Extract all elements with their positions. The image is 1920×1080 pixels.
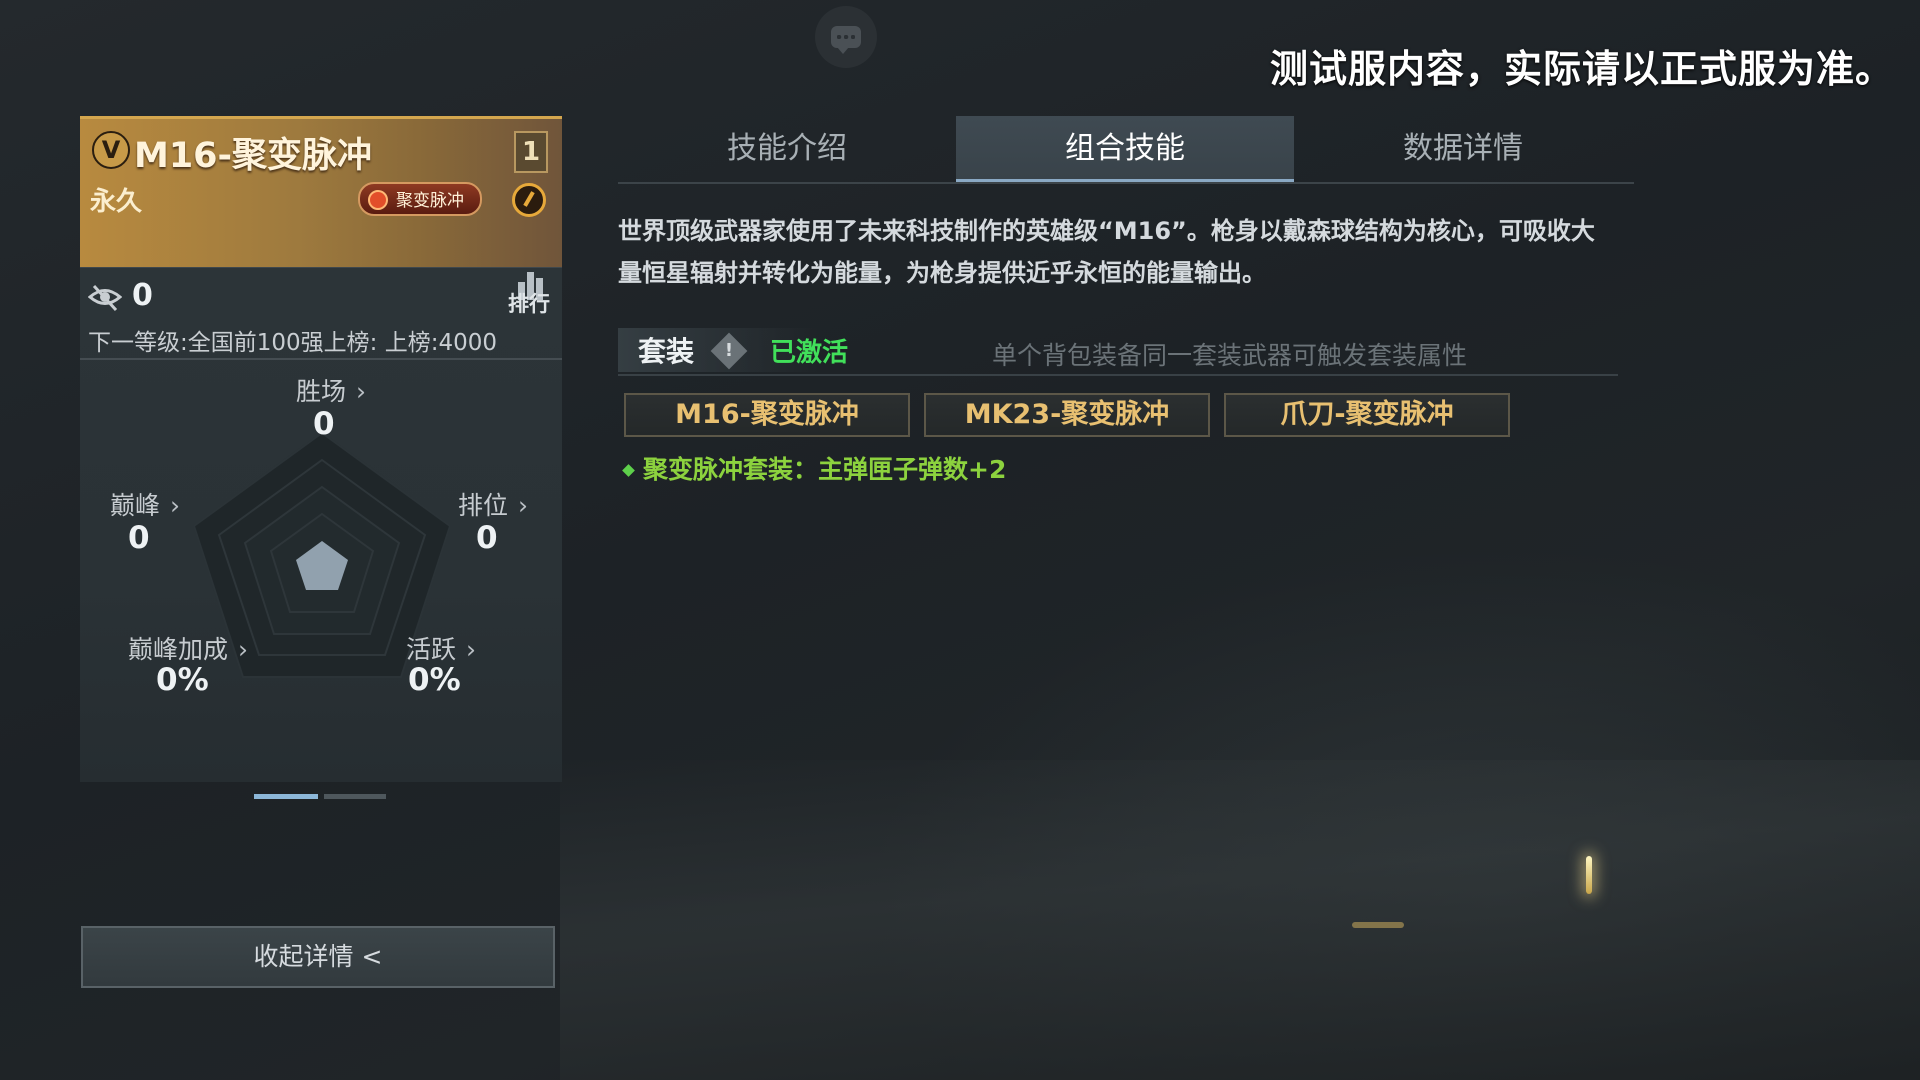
leaderboard-label: 排行 — [508, 292, 550, 316]
collapse-details-button[interactable]: 收起详情 < — [81, 926, 555, 988]
detail-tabs: 技能介绍 组合技能 数据详情 — [618, 116, 1634, 184]
medal-icon[interactable] — [512, 183, 546, 217]
chat-icon — [831, 26, 861, 54]
chevron-right-icon: › — [518, 491, 529, 520]
info-icon[interactable]: ! — [710, 332, 748, 370]
weapon-description: 世界顶级武器家使用了未来科技制作的英雄级“M16”。枪身以戴森球结构为核心，可吸… — [618, 217, 1595, 287]
stat-peak-value: 0 — [128, 520, 150, 556]
page-dot-active[interactable] — [254, 794, 318, 799]
stat-peak-bonus-value: 0% — [156, 662, 209, 698]
scene-object — [1352, 922, 1404, 928]
stats-radar: 胜场 › 0 巅峰 › 0 排位 › 0 巅峰加成 › 0% 活跃 › 0% — [80, 360, 562, 780]
stat-wins-value: 0 — [313, 406, 335, 442]
weapon-name: M16-聚变脉冲 — [134, 136, 373, 176]
set-label: 套装 — [638, 335, 695, 368]
tab-data-details[interactable]: 数据详情 — [1294, 116, 1632, 182]
set-section: 套装 ! 已激活 单个背包装备同一套装武器可触发套装属性 — [618, 328, 1634, 376]
test-server-notice: 测试服内容，实际请以正式服为准。 — [1269, 47, 1894, 91]
chevron-right-icon: › — [466, 635, 477, 664]
stat-peak-bonus-label: 巅峰加成 — [128, 635, 229, 664]
stat-ranked-link[interactable]: 排位 › — [458, 486, 528, 522]
weapon-duration: 永久 — [90, 187, 143, 217]
scene-light — [1586, 856, 1592, 894]
next-level-info: 下一等级:全国前100强上榜: 上榜:4000 — [88, 330, 497, 356]
set-hint: 单个背包装备同一套装武器可触发套装属性 — [992, 341, 1468, 370]
stat-wins-label: 胜场 — [296, 377, 347, 406]
weapon-card-body: 0 排行 下一等级:全国前100强上榜: 上榜:4000 胜场 › 0 巅峰 › — [80, 267, 562, 782]
stat-active-value: 0% — [408, 662, 461, 698]
set-piece-mk23[interactable]: MK23-聚变脉冲 — [924, 393, 1210, 437]
set-bonus: 聚变脉冲套装：主弹匣子弹数+2 — [622, 450, 1007, 486]
divider — [618, 374, 1618, 376]
skin-series-tag[interactable]: 聚变脉冲 — [358, 182, 482, 216]
stat-peak-label: 巅峰 — [110, 491, 161, 520]
chat-button[interactable] — [815, 6, 877, 68]
vip-badge-icon: V — [92, 131, 130, 169]
chevron-right-icon: › — [356, 377, 367, 406]
leaderboard-button[interactable]: 排行 — [508, 270, 552, 318]
skin-series-tag-label: 聚变脉冲 — [396, 191, 464, 211]
stat-wins-link[interactable]: 胜场 › — [296, 372, 366, 408]
set-bonus-text: 聚变脉冲套装：主弹匣子弹数+2 — [643, 455, 1007, 484]
stat-peak-bonus-link[interactable]: 巅峰加成 › — [128, 630, 248, 666]
set-piece-knife[interactable]: 爪刀-聚变脉冲 — [1224, 393, 1510, 437]
chevron-right-icon: › — [238, 635, 249, 664]
chevron-right-icon: › — [170, 491, 181, 520]
page-dot[interactable] — [324, 794, 386, 799]
weapon-card: V M16-聚变脉冲 1 永久 聚变脉冲 0 排行 下一等级:全国前100强上榜… — [80, 116, 562, 782]
diamond-bullet-icon — [622, 464, 635, 477]
tab-skill-intro[interactable]: 技能介绍 — [618, 116, 956, 182]
fusion-pulse-icon — [368, 190, 388, 210]
weapon-score: 0 — [132, 278, 153, 313]
stat-ranked-label: 排位 — [458, 491, 509, 520]
stat-ranked-value: 0 — [476, 520, 498, 556]
set-piece-m16[interactable]: M16-聚变脉冲 — [624, 393, 910, 437]
set-status: 已激活 — [770, 338, 849, 368]
hidden-eye-icon — [88, 284, 122, 312]
weapon-rank-badge: 1 — [514, 131, 548, 173]
background-floor — [560, 760, 1920, 1080]
stat-active-link[interactable]: 活跃 › — [406, 630, 476, 666]
stat-active-label: 活跃 — [406, 635, 457, 664]
stat-peak-link[interactable]: 巅峰 › — [110, 486, 180, 522]
tab-combo-skill[interactable]: 组合技能 — [956, 116, 1294, 182]
weapon-card-header: V M16-聚变脉冲 1 永久 聚变脉冲 — [80, 116, 562, 267]
